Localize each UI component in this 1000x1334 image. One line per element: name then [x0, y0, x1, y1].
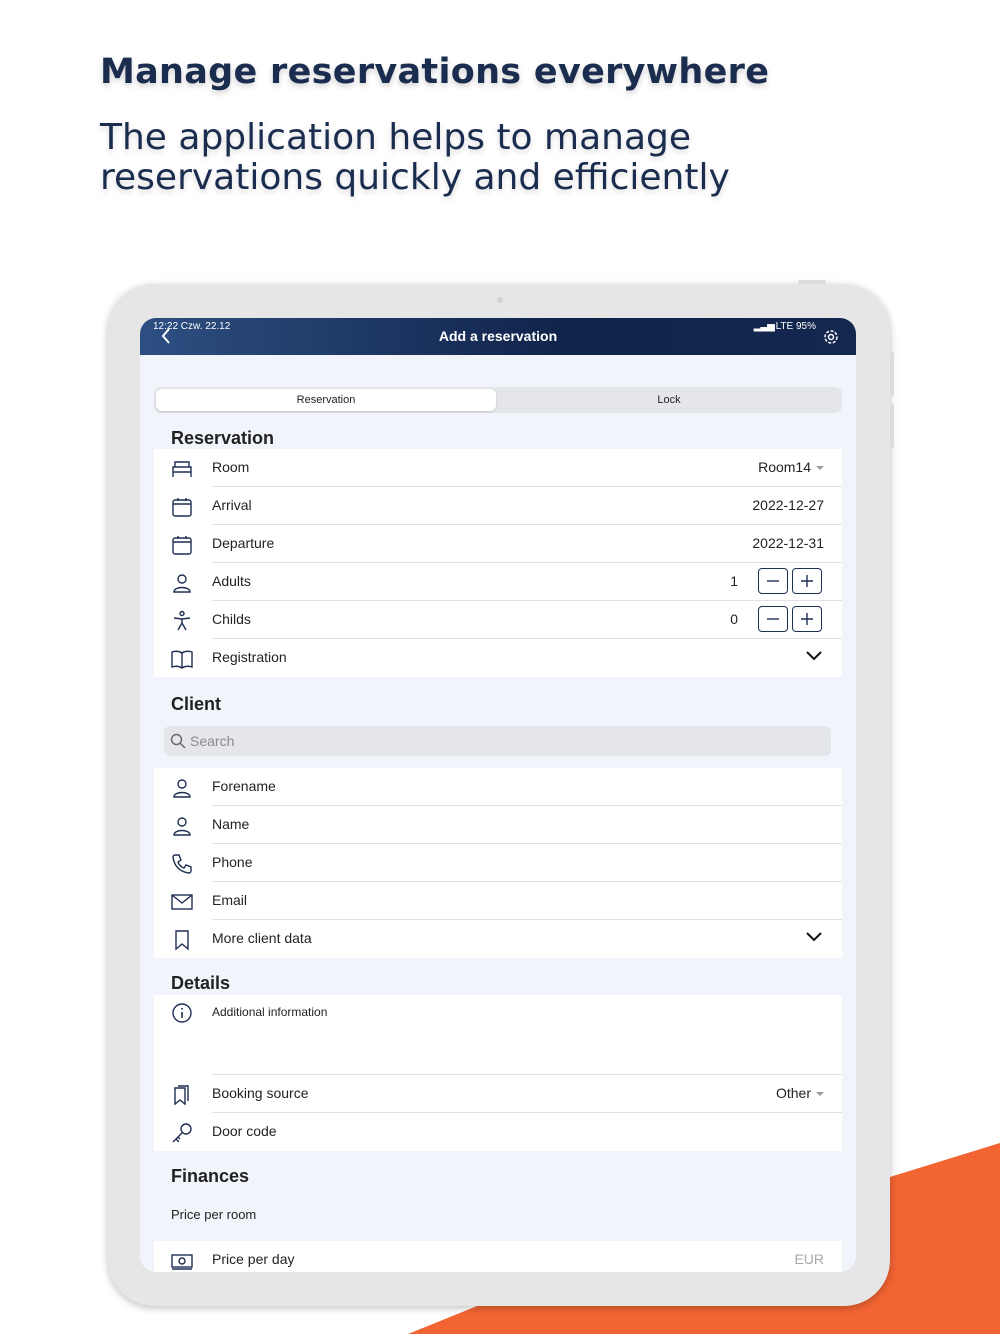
minus-icon	[767, 618, 779, 620]
book-icon	[171, 650, 193, 669]
more-client-data-label: More client data	[212, 930, 312, 946]
subheadline: The application helps to manage reservat…	[100, 117, 730, 198]
adults-count: 1	[730, 573, 738, 589]
price-per-day-field[interactable]: Price per day EUR	[154, 1241, 842, 1272]
departure-label: Departure	[212, 535, 275, 551]
chevron-down-icon[interactable]	[806, 932, 822, 942]
tab-lock[interactable]: Lock	[498, 389, 840, 411]
client-group: Forename Name Phone Email More client da…	[154, 768, 842, 958]
more-client-data-row[interactable]: More client data	[154, 920, 842, 958]
room-label: Room	[212, 459, 250, 475]
departure-row[interactable]: Departure 2022-12-31	[154, 525, 842, 563]
calendar-icon	[172, 498, 192, 517]
booking-source-label: Booking source	[212, 1085, 309, 1101]
banknote-icon	[171, 1254, 193, 1270]
dropdown-caret-icon	[816, 1092, 824, 1097]
registration-label: Registration	[212, 649, 287, 665]
forename-field[interactable]: Forename	[154, 768, 842, 806]
adults-label: Adults	[212, 573, 251, 589]
adults-decrement-button[interactable]	[758, 568, 788, 594]
additional-information-field[interactable]: Additional information	[154, 995, 842, 1075]
currency-placeholder: EUR	[794, 1251, 824, 1267]
page-title: Add a reservation	[438, 328, 558, 344]
dropdown-caret-icon	[816, 466, 824, 471]
person-icon	[173, 574, 191, 593]
childs-decrement-button[interactable]	[758, 606, 788, 632]
childs-label: Childs	[212, 611, 251, 627]
bed-icon	[172, 461, 192, 477]
finances-group: Price per day EUR	[154, 1241, 842, 1272]
gear-icon[interactable]	[822, 328, 840, 346]
info-icon	[172, 1003, 192, 1023]
section-title-finances: Finances	[171, 1166, 250, 1186]
name-label: Name	[212, 816, 250, 832]
plus-icon	[801, 613, 813, 625]
tablet-volume-up	[890, 352, 894, 396]
segmented-control: Reservation Lock	[154, 387, 842, 413]
booking-source-row[interactable]: Booking source Other	[154, 1075, 842, 1113]
headline: Manage reservations everywhere	[100, 52, 770, 92]
arrival-label: Arrival	[212, 497, 252, 513]
search-icon	[170, 733, 186, 749]
tablet-top-button	[798, 280, 826, 284]
section-title-reservation: Reservation	[171, 428, 275, 448]
bookmark-icon	[175, 930, 189, 951]
section-title-client: Client	[171, 694, 222, 714]
adults-increment-button[interactable]	[792, 568, 822, 594]
section-title-details: Details	[171, 973, 231, 993]
phone-label: Phone	[212, 854, 253, 870]
reservation-group: Room Room14 Arrival 2022-12-27 Departure…	[154, 449, 842, 677]
phone-icon	[172, 854, 192, 874]
bookmarks-icon	[174, 1085, 189, 1106]
phone-field[interactable]: Phone	[154, 844, 842, 882]
minus-icon	[767, 580, 779, 582]
tablet-volume-down	[890, 404, 894, 448]
calendar-icon	[172, 536, 192, 555]
door-code-label: Door code	[212, 1123, 277, 1139]
search-placeholder: Search	[190, 733, 235, 749]
childs-row: Childs 0	[154, 601, 842, 639]
person-icon	[173, 779, 191, 798]
room-row[interactable]: Room Room14	[154, 449, 842, 487]
plus-icon	[801, 575, 813, 587]
person-icon	[173, 817, 191, 836]
key-icon	[172, 1123, 192, 1143]
room-select[interactable]: Room14	[758, 459, 824, 475]
booking-source-select[interactable]: Other	[776, 1085, 824, 1101]
price-per-room-label: Price per room	[171, 1207, 257, 1222]
details-group: Additional information Booking source Ot…	[154, 995, 842, 1151]
arrival-row[interactable]: Arrival 2022-12-27	[154, 487, 842, 525]
client-search-input[interactable]: Search	[164, 726, 831, 756]
door-code-field[interactable]: Door code	[154, 1113, 842, 1151]
registration-row[interactable]: Registration	[154, 639, 842, 677]
status-battery: ▂▃▅ LTE 95%	[753, 321, 816, 332]
price-per-day-label: Price per day	[212, 1251, 295, 1267]
forename-label: Forename	[212, 778, 276, 794]
additional-information-label: Additional information	[212, 1005, 328, 1019]
name-field[interactable]: Name	[154, 806, 842, 844]
tab-reservation[interactable]: Reservation	[156, 389, 496, 411]
email-label: Email	[212, 892, 248, 908]
childs-increment-button[interactable]	[792, 606, 822, 632]
adults-row: Adults 1	[154, 563, 842, 601]
email-field[interactable]: Email	[154, 882, 842, 920]
childs-count: 0	[730, 611, 738, 627]
navigation-bar: 12:22 Czw. 22.12 Add a reservation ▂▃▅ L…	[140, 318, 856, 355]
departure-date[interactable]: 2022-12-31	[752, 535, 824, 551]
envelope-icon	[171, 894, 193, 910]
child-figure-icon	[173, 610, 191, 631]
chevron-down-icon[interactable]	[806, 651, 822, 661]
camera-dot	[497, 297, 503, 303]
app-screen: 12:22 Czw. 22.12 Add a reservation ▂▃▅ L…	[140, 318, 856, 1272]
arrival-date[interactable]: 2022-12-27	[752, 497, 824, 513]
